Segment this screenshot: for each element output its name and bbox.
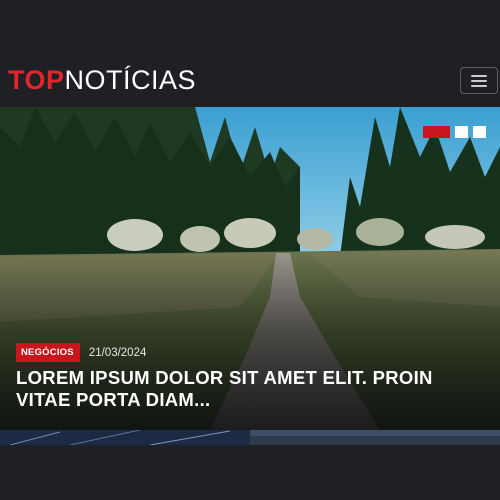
logo-top-text: TOP [8, 65, 65, 95]
site-header: TOP NOTÍCIAS [0, 55, 500, 105]
hamburger-icon [471, 74, 487, 87]
carousel-dot-3[interactable] [473, 126, 486, 138]
carousel-dot-1[interactable] [423, 126, 450, 138]
article-headline[interactable]: LOREM IPSUM DOLOR SIT AMET ELIT. PROIN V… [16, 367, 486, 411]
hero-carousel[interactable]: NEGÓCIOS 21/03/2024 LOREM IPSUM DOLOR SI… [0, 107, 500, 430]
menu-toggle-button[interactable] [460, 67, 498, 94]
logo-rest-text: NOTÍCIAS [64, 65, 197, 95]
carousel-dot-2[interactable] [455, 126, 468, 138]
category-badge[interactable]: NEGÓCIOS [16, 343, 80, 362]
article-meta: NEGÓCIOS 21/03/2024 [16, 343, 146, 362]
carousel-indicators [423, 126, 486, 138]
page: TOP NOTÍCIAS NEGÓCIOS 21/03/2024 LOREM I… [0, 0, 500, 500]
article-date: 21/03/2024 [88, 346, 147, 359]
next-slide-preview [0, 430, 500, 445]
site-logo[interactable]: TOP NOTÍCIAS [8, 65, 196, 95]
